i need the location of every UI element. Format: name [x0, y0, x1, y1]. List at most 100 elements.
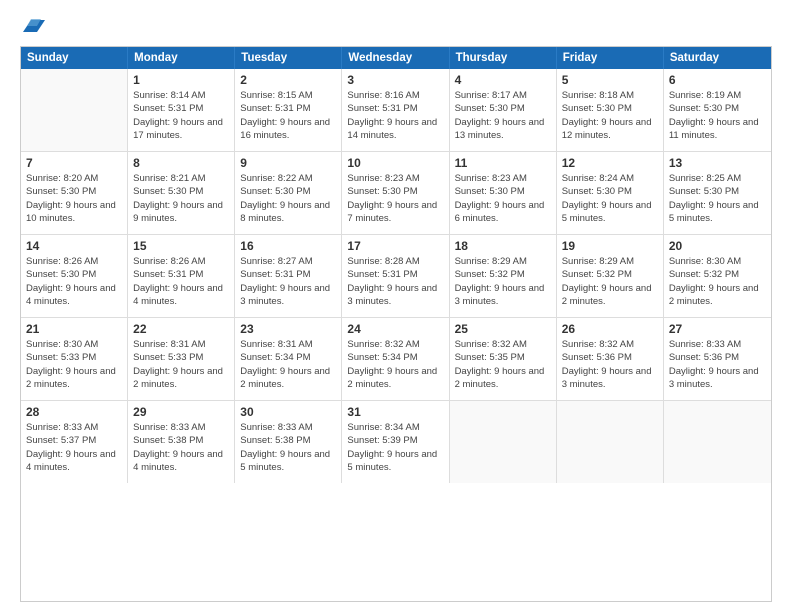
cal-header-day: Monday [128, 47, 235, 69]
day-info: Sunrise: 8:33 AMSunset: 5:38 PMDaylight:… [240, 421, 336, 474]
cal-cell: 5 Sunrise: 8:18 AMSunset: 5:30 PMDayligh… [557, 69, 664, 151]
cal-row: 7 Sunrise: 8:20 AMSunset: 5:30 PMDayligh… [21, 152, 771, 235]
day-info: Sunrise: 8:27 AMSunset: 5:31 PMDaylight:… [240, 255, 336, 308]
day-info: Sunrise: 8:33 AMSunset: 5:36 PMDaylight:… [669, 338, 766, 391]
cal-cell [21, 69, 128, 151]
day-number: 11 [455, 156, 551, 170]
cal-header-day: Thursday [450, 47, 557, 69]
day-number: 28 [26, 405, 122, 419]
day-number: 6 [669, 73, 766, 87]
cal-cell: 30 Sunrise: 8:33 AMSunset: 5:38 PMDaylig… [235, 401, 342, 483]
day-number: 3 [347, 73, 443, 87]
day-info: Sunrise: 8:28 AMSunset: 5:31 PMDaylight:… [347, 255, 443, 308]
day-info: Sunrise: 8:23 AMSunset: 5:30 PMDaylight:… [347, 172, 443, 225]
day-info: Sunrise: 8:17 AMSunset: 5:30 PMDaylight:… [455, 89, 551, 142]
day-info: Sunrise: 8:16 AMSunset: 5:31 PMDaylight:… [347, 89, 443, 142]
day-number: 1 [133, 73, 229, 87]
day-number: 7 [26, 156, 122, 170]
day-info: Sunrise: 8:32 AMSunset: 5:36 PMDaylight:… [562, 338, 658, 391]
day-info: Sunrise: 8:25 AMSunset: 5:30 PMDaylight:… [669, 172, 766, 225]
day-number: 9 [240, 156, 336, 170]
day-info: Sunrise: 8:22 AMSunset: 5:30 PMDaylight:… [240, 172, 336, 225]
day-number: 20 [669, 239, 766, 253]
day-info: Sunrise: 8:26 AMSunset: 5:31 PMDaylight:… [133, 255, 229, 308]
day-number: 27 [669, 322, 766, 336]
cal-cell: 22 Sunrise: 8:31 AMSunset: 5:33 PMDaylig… [128, 318, 235, 400]
cal-cell: 11 Sunrise: 8:23 AMSunset: 5:30 PMDaylig… [450, 152, 557, 234]
cal-cell: 24 Sunrise: 8:32 AMSunset: 5:34 PMDaylig… [342, 318, 449, 400]
cal-header-day: Friday [557, 47, 664, 69]
cal-cell: 26 Sunrise: 8:32 AMSunset: 5:36 PMDaylig… [557, 318, 664, 400]
day-info: Sunrise: 8:14 AMSunset: 5:31 PMDaylight:… [133, 89, 229, 142]
day-number: 26 [562, 322, 658, 336]
cal-cell [557, 401, 664, 483]
day-info: Sunrise: 8:20 AMSunset: 5:30 PMDaylight:… [26, 172, 122, 225]
day-number: 18 [455, 239, 551, 253]
cal-header-day: Sunday [21, 47, 128, 69]
cal-cell: 20 Sunrise: 8:30 AMSunset: 5:32 PMDaylig… [664, 235, 771, 317]
cal-row: 1 Sunrise: 8:14 AMSunset: 5:31 PMDayligh… [21, 69, 771, 152]
cal-cell [664, 401, 771, 483]
cal-cell: 8 Sunrise: 8:21 AMSunset: 5:30 PMDayligh… [128, 152, 235, 234]
day-number: 30 [240, 405, 336, 419]
day-info: Sunrise: 8:32 AMSunset: 5:35 PMDaylight:… [455, 338, 551, 391]
day-number: 5 [562, 73, 658, 87]
cal-cell: 21 Sunrise: 8:30 AMSunset: 5:33 PMDaylig… [21, 318, 128, 400]
day-number: 12 [562, 156, 658, 170]
day-info: Sunrise: 8:21 AMSunset: 5:30 PMDaylight:… [133, 172, 229, 225]
day-number: 15 [133, 239, 229, 253]
day-info: Sunrise: 8:23 AMSunset: 5:30 PMDaylight:… [455, 172, 551, 225]
day-info: Sunrise: 8:15 AMSunset: 5:31 PMDaylight:… [240, 89, 336, 142]
logo [20, 18, 45, 36]
cal-cell: 14 Sunrise: 8:26 AMSunset: 5:30 PMDaylig… [21, 235, 128, 317]
day-number: 16 [240, 239, 336, 253]
day-number: 19 [562, 239, 658, 253]
calendar-header: SundayMondayTuesdayWednesdayThursdayFrid… [21, 47, 771, 69]
day-number: 22 [133, 322, 229, 336]
day-info: Sunrise: 8:19 AMSunset: 5:30 PMDaylight:… [669, 89, 766, 142]
cal-cell: 7 Sunrise: 8:20 AMSunset: 5:30 PMDayligh… [21, 152, 128, 234]
day-info: Sunrise: 8:33 AMSunset: 5:37 PMDaylight:… [26, 421, 122, 474]
day-number: 24 [347, 322, 443, 336]
cal-cell: 31 Sunrise: 8:34 AMSunset: 5:39 PMDaylig… [342, 401, 449, 483]
cal-cell: 15 Sunrise: 8:26 AMSunset: 5:31 PMDaylig… [128, 235, 235, 317]
cal-cell: 13 Sunrise: 8:25 AMSunset: 5:30 PMDaylig… [664, 152, 771, 234]
cal-cell: 19 Sunrise: 8:29 AMSunset: 5:32 PMDaylig… [557, 235, 664, 317]
cal-cell: 2 Sunrise: 8:15 AMSunset: 5:31 PMDayligh… [235, 69, 342, 151]
day-number: 2 [240, 73, 336, 87]
cal-cell: 28 Sunrise: 8:33 AMSunset: 5:37 PMDaylig… [21, 401, 128, 483]
day-number: 21 [26, 322, 122, 336]
day-info: Sunrise: 8:29 AMSunset: 5:32 PMDaylight:… [562, 255, 658, 308]
calendar: SundayMondayTuesdayWednesdayThursdayFrid… [20, 46, 772, 602]
day-info: Sunrise: 8:31 AMSunset: 5:34 PMDaylight:… [240, 338, 336, 391]
cal-cell [450, 401, 557, 483]
day-info: Sunrise: 8:26 AMSunset: 5:30 PMDaylight:… [26, 255, 122, 308]
page: SundayMondayTuesdayWednesdayThursdayFrid… [0, 0, 792, 612]
cal-header-day: Wednesday [342, 47, 449, 69]
day-number: 10 [347, 156, 443, 170]
day-number: 23 [240, 322, 336, 336]
day-info: Sunrise: 8:32 AMSunset: 5:34 PMDaylight:… [347, 338, 443, 391]
cal-row: 21 Sunrise: 8:30 AMSunset: 5:33 PMDaylig… [21, 318, 771, 401]
day-number: 4 [455, 73, 551, 87]
cal-cell: 16 Sunrise: 8:27 AMSunset: 5:31 PMDaylig… [235, 235, 342, 317]
cal-cell: 27 Sunrise: 8:33 AMSunset: 5:36 PMDaylig… [664, 318, 771, 400]
cal-cell: 1 Sunrise: 8:14 AMSunset: 5:31 PMDayligh… [128, 69, 235, 151]
day-info: Sunrise: 8:29 AMSunset: 5:32 PMDaylight:… [455, 255, 551, 308]
cal-row: 28 Sunrise: 8:33 AMSunset: 5:37 PMDaylig… [21, 401, 771, 483]
day-number: 17 [347, 239, 443, 253]
day-info: Sunrise: 8:31 AMSunset: 5:33 PMDaylight:… [133, 338, 229, 391]
cal-cell: 29 Sunrise: 8:33 AMSunset: 5:38 PMDaylig… [128, 401, 235, 483]
cal-cell: 3 Sunrise: 8:16 AMSunset: 5:31 PMDayligh… [342, 69, 449, 151]
calendar-body: 1 Sunrise: 8:14 AMSunset: 5:31 PMDayligh… [21, 69, 771, 483]
day-number: 14 [26, 239, 122, 253]
cal-cell: 12 Sunrise: 8:24 AMSunset: 5:30 PMDaylig… [557, 152, 664, 234]
cal-cell: 4 Sunrise: 8:17 AMSunset: 5:30 PMDayligh… [450, 69, 557, 151]
day-number: 13 [669, 156, 766, 170]
day-number: 29 [133, 405, 229, 419]
logo-icon [23, 14, 45, 36]
cal-row: 14 Sunrise: 8:26 AMSunset: 5:30 PMDaylig… [21, 235, 771, 318]
cal-header-day: Saturday [664, 47, 771, 69]
cal-cell: 18 Sunrise: 8:29 AMSunset: 5:32 PMDaylig… [450, 235, 557, 317]
day-info: Sunrise: 8:33 AMSunset: 5:38 PMDaylight:… [133, 421, 229, 474]
